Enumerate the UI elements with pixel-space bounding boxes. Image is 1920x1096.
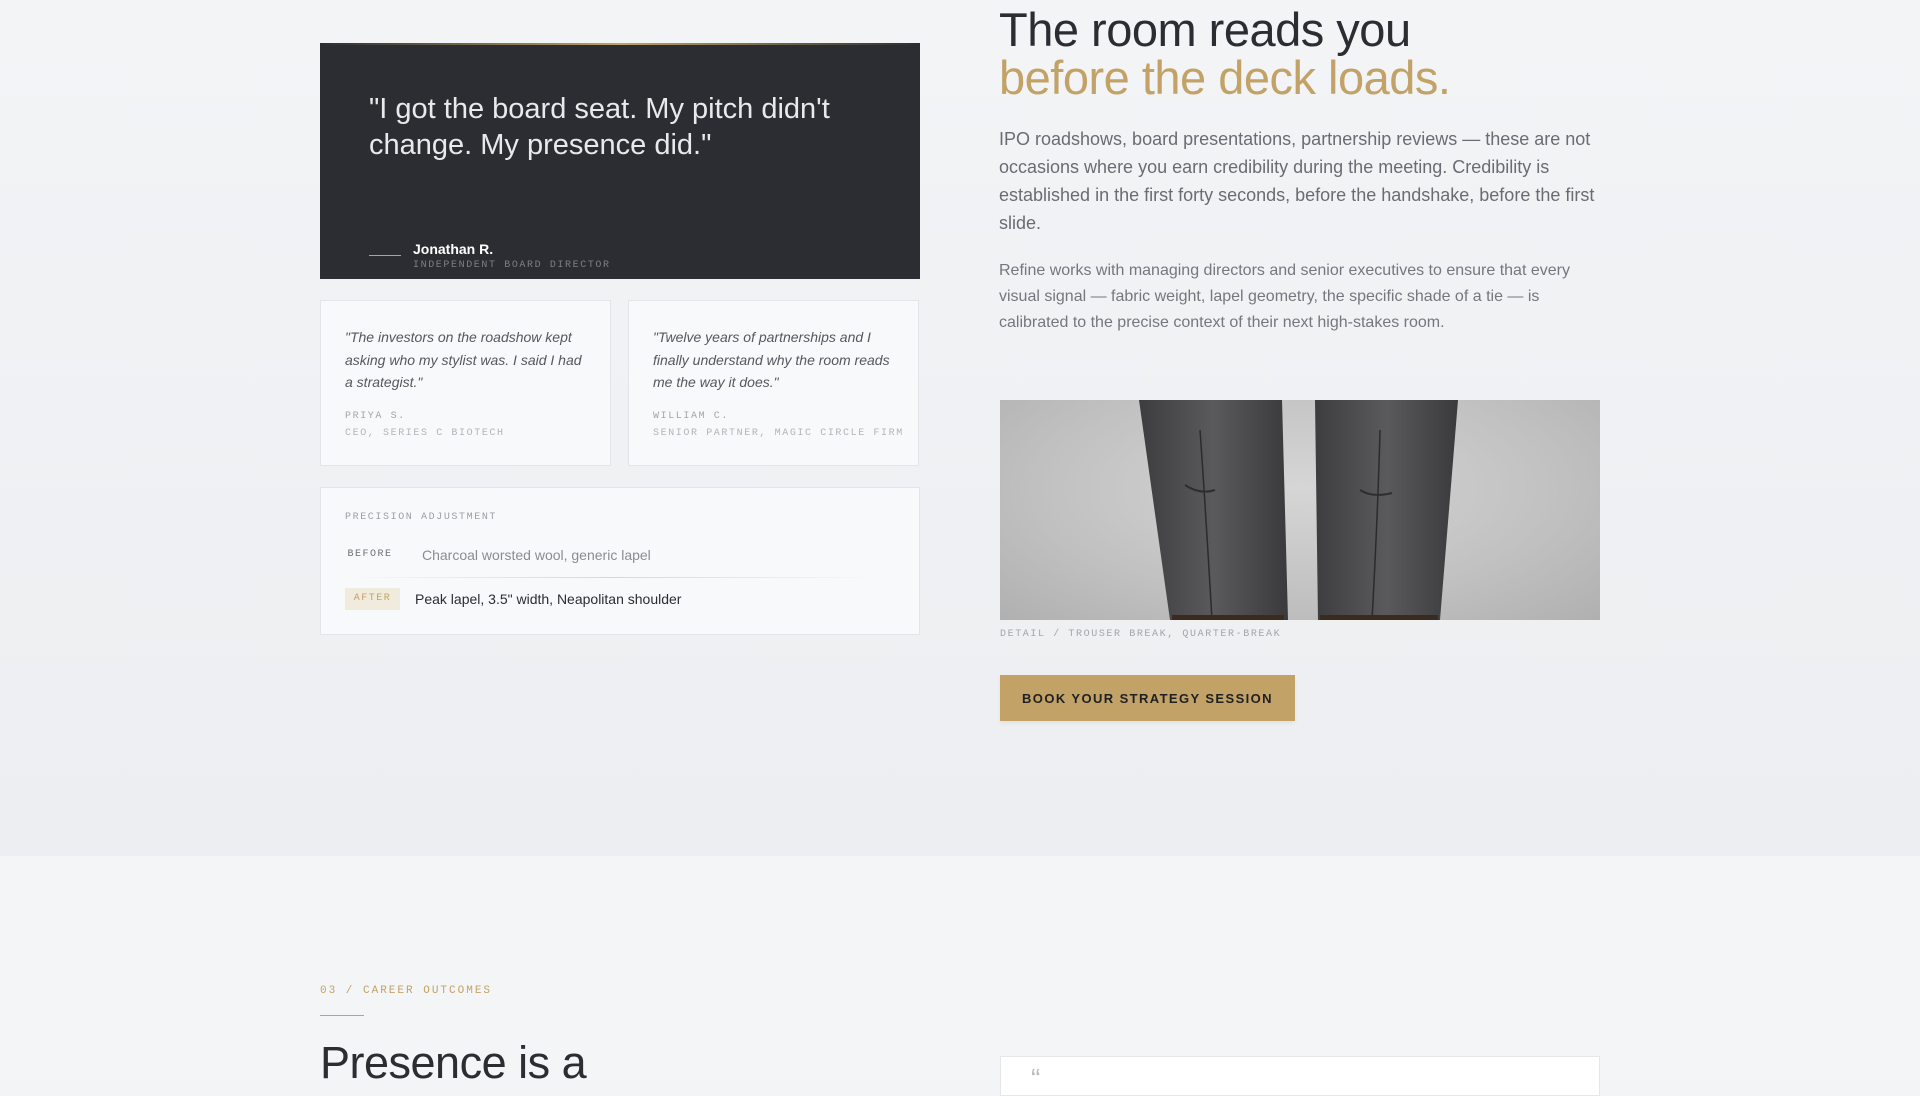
testimonial-quote: "The investors on the roadshow kept aski… <box>345 329 582 390</box>
testimonial-author-title: SENIOR PARTNER, MAGIC CIRCLE FIRM <box>653 428 904 439</box>
before-badge: BEFORE <box>347 549 393 560</box>
trouser-illustration <box>1139 400 1458 620</box>
before-description: Charcoal worsted wool, generic lapel <box>422 547 651 563</box>
testimonial-author: WILLIAM C. <box>653 411 730 422</box>
section-background <box>0 0 1920 856</box>
featured-author-role: INDEPENDENT BOARD DIRECTOR <box>413 260 611 271</box>
book-strategy-session-button[interactable]: BOOK YOUR STRATEGY SESSION <box>1000 675 1295 721</box>
divider <box>345 577 880 578</box>
attribution-dash <box>369 255 401 256</box>
outcome-quote-card: “ <box>1000 1056 1600 1096</box>
lower-section-background <box>0 856 1920 1080</box>
testimonial-author: PRIYA S. <box>345 411 406 422</box>
precision-eyebrow: PRECISION ADJUSTMENT <box>345 512 498 523</box>
testimonial-card: "Twelve years of partnerships and I fina… <box>628 300 919 466</box>
featured-author-name: Jonathan R. <box>413 241 494 257</box>
featured-quote: "I got the board seat. My pitch didn't c… <box>369 93 830 161</box>
precision-adjustment-card: PRECISION ADJUSTMENT BEFORE Charcoal wor… <box>320 487 920 635</box>
testimonial-card: "The investors on the roadshow kept aski… <box>320 300 611 466</box>
featured-testimonial-card: "I got the board seat. My pitch didn't c… <box>320 43 920 279</box>
headline-line-2: before the deck loads. <box>999 51 1451 104</box>
testimonial-quote: "Twelve years of partnerships and I fina… <box>653 329 890 390</box>
photo-caption: DETAIL / TROUSER BREAK, QUARTER-BREAK <box>1000 629 1282 640</box>
accent-rule <box>320 43 920 45</box>
section-heading: Presence is a <box>320 1037 587 1088</box>
section-accent-line <box>320 1015 364 1016</box>
after-description: Peak lapel, 3.5" width, Neapolitan shoul… <box>415 591 682 607</box>
body-paragraph: Refine works with managing directors and… <box>999 262 1570 331</box>
trouser-detail-photo <box>1000 400 1600 620</box>
section-eyebrow: 03 / CAREER OUTCOMES <box>320 985 493 997</box>
quote-mark-icon: “ <box>1031 1063 1041 1094</box>
headline-line-1: The room reads you <box>999 3 1411 56</box>
after-badge: AFTER <box>345 588 400 610</box>
lead-paragraph: IPO roadshows, board presentations, part… <box>999 129 1595 233</box>
testimonial-author-title: CEO, SERIES C BIOTECH <box>345 428 505 439</box>
